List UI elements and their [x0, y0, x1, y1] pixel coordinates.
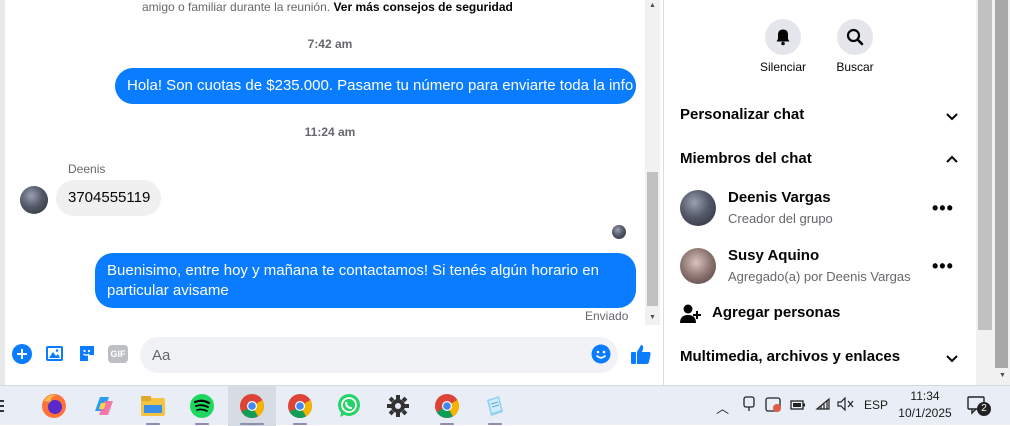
- language-indicator[interactable]: ESP: [864, 398, 888, 412]
- gif-icon[interactable]: GIF: [107, 343, 129, 365]
- taskview-icon[interactable]: [0, 392, 10, 420]
- mute-label: Silenciar: [759, 60, 807, 74]
- member-name[interactable]: Deenis Vargas: [728, 189, 831, 206]
- add-people-button[interactable]: Agregar personas: [712, 304, 840, 321]
- chat-members-section[interactable]: Miembros del chat: [680, 150, 812, 167]
- sticker-icon[interactable]: [76, 343, 98, 365]
- emoji-icon[interactable]: [590, 343, 612, 365]
- message-bubble-outgoing[interactable]: Buenisimo, entre hoy y mañana te contact…: [95, 253, 636, 308]
- notification-count: 2: [977, 402, 991, 416]
- like-icon[interactable]: [630, 343, 652, 365]
- notepad-icon[interactable]: [481, 392, 509, 420]
- gif-label: GIF: [108, 345, 128, 363]
- meet-icon[interactable]: [742, 396, 756, 415]
- wifi-icon[interactable]: [815, 397, 831, 414]
- plus-circle-icon[interactable]: [11, 343, 33, 365]
- media-files-links-section[interactable]: Multimedia, archivos y enlaces: [680, 348, 900, 365]
- sent-status: Enviado: [585, 309, 629, 323]
- timestamp: 7:42 am: [307, 37, 353, 51]
- volume-muted-icon[interactable]: [837, 396, 855, 414]
- security-note-text: amigo o familiar durante la reunión.: [142, 0, 331, 14]
- scrollbar-thumb[interactable]: [978, 0, 992, 330]
- app-tray-icon[interactable]: [765, 396, 783, 417]
- message-composer: GIF: [0, 333, 663, 378]
- message-bubble-outgoing[interactable]: Hola! Son cuotas de $235.000. Pasame tu …: [115, 68, 636, 104]
- member-role: Agregado(a) por Deenis Vargas: [728, 269, 911, 284]
- chrome-icon[interactable]: [433, 392, 461, 420]
- chat-info-panel: Silenciar Buscar Personalizar chat Miemb…: [664, 0, 976, 385]
- firefox-icon[interactable]: [40, 392, 68, 420]
- message-input[interactable]: [140, 337, 618, 373]
- search-button[interactable]: [837, 19, 873, 55]
- sender-name: Deenis: [68, 162, 106, 176]
- more-options-icon[interactable]: •••: [932, 199, 954, 217]
- clock-time[interactable]: 11:34: [895, 389, 955, 403]
- bell-icon: [776, 29, 790, 46]
- chevron-down-icon[interactable]: [944, 109, 960, 125]
- scroll-up-arrow[interactable]: ▲: [645, 0, 660, 12]
- photo-icon[interactable]: [44, 343, 66, 365]
- add-person-icon[interactable]: [680, 304, 702, 324]
- more-options-icon[interactable]: •••: [932, 257, 954, 275]
- avatar[interactable]: [20, 186, 48, 214]
- settings-icon[interactable]: [384, 392, 412, 420]
- scrollbar-thumb[interactable]: [995, 0, 1008, 368]
- file-explorer-icon[interactable]: [139, 392, 167, 420]
- scrollbar-thumb[interactable]: [647, 172, 658, 306]
- search-icon: [846, 28, 864, 46]
- whatsapp-icon[interactable]: [335, 392, 363, 420]
- member-role: Creador del grupo: [728, 211, 833, 226]
- mute-button[interactable]: [765, 19, 801, 55]
- notification-icon[interactable]: 2: [967, 396, 991, 416]
- chevron-up-icon[interactable]: ︿: [716, 398, 729, 417]
- security-tips-link[interactable]: Ver más consejos de seguridad: [333, 0, 512, 14]
- security-note: amigo o familiar durante la reunión. Ver…: [142, 0, 513, 14]
- taskbar: ︿ ESP 11:34 10/1/2025 2: [0, 385, 1010, 426]
- member-avatar[interactable]: [680, 248, 716, 284]
- customize-chat-section[interactable]: Personalizar chat: [680, 106, 804, 123]
- message-bubble-incoming[interactable]: 3704555119: [56, 180, 161, 216]
- chat-conversation: amigo o familiar durante la reunión. Ver…: [0, 0, 663, 385]
- left-edge: [0, 0, 5, 385]
- chevron-up-icon[interactable]: [944, 151, 960, 167]
- battery-icon: [790, 398, 806, 415]
- member-name[interactable]: Susy Aquino: [728, 247, 819, 264]
- search-label: Buscar: [836, 60, 874, 74]
- window-scrollbar[interactable]: ▼: [976, 0, 1010, 385]
- chrome-icon[interactable]: [238, 392, 266, 420]
- copilot-icon[interactable]: [90, 392, 118, 420]
- chevron-down-icon[interactable]: [944, 351, 960, 367]
- timestamp: 11:24 am: [304, 125, 356, 139]
- spotify-icon[interactable]: [188, 392, 216, 420]
- clock-date[interactable]: 10/1/2025: [895, 406, 955, 420]
- member-avatar[interactable]: [680, 190, 716, 226]
- chrome-icon[interactable]: [286, 392, 314, 420]
- scroll-down-arrow[interactable]: ▼: [995, 370, 1010, 382]
- read-receipt-avatar: [612, 225, 626, 239]
- chat-scrollbar[interactable]: ▲ ▼: [645, 0, 660, 325]
- scroll-down-arrow[interactable]: ▼: [645, 312, 660, 324]
